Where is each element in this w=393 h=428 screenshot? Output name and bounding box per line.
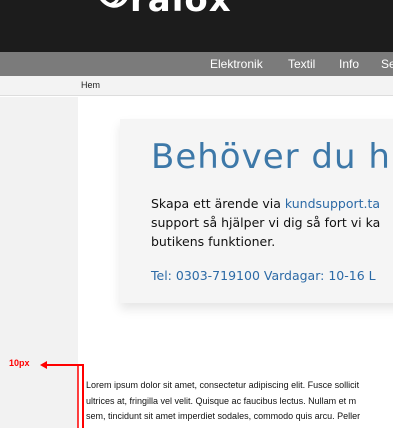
paragraph-line-2: ultrices at, fringilla vel velit. Quisqu…: [86, 395, 357, 406]
banner-line-1: Skapa ett ärende via kundsupport.ta: [151, 194, 393, 213]
breadcrumb-home[interactable]: Hem: [81, 80, 100, 90]
paragraph-line-3: sem, tincidunt sit amet imperdiet sodale…: [86, 411, 361, 421]
spacing-annotation-arrow-icon: [40, 361, 84, 428]
breadcrumb: Hem: [0, 76, 393, 96]
banner-phone: Tel: 0303-719100 Vardagar: 10-16 L: [151, 268, 376, 283]
logo-swirl-icon: [100, 0, 128, 8]
support-link[interactable]: kundsupport.ta: [285, 196, 380, 211]
banner-text: Skapa ett ärende via kundsupport.ta supp…: [151, 194, 393, 251]
body-paragraph: Lorem ipsum dolor sit amet, consectetur …: [86, 378, 393, 425]
support-banner: Behöver du h Skapa ett ärende via kundsu…: [120, 119, 393, 303]
nav-item-se[interactable]: Se: [381, 57, 393, 71]
nav-item-elektronik[interactable]: Elektronik: [210, 57, 263, 71]
banner-title: Behöver du h: [151, 137, 391, 177]
logo-text: ralox: [130, 0, 232, 20]
main-nav: Elektronik Textil Info Se: [0, 52, 393, 76]
banner-line-3: butikens funktioner.: [151, 234, 276, 249]
nav-item-textil[interactable]: Textil: [288, 57, 315, 71]
spacing-annotation-label: 10px: [9, 358, 30, 368]
top-header: ralox: [0, 0, 393, 52]
banner-line-1-prefix: Skapa ett ärende via: [151, 196, 285, 211]
nav-item-info[interactable]: Info: [339, 57, 359, 71]
paragraph-line-1: Lorem ipsum dolor sit amet, consectetur …: [86, 380, 360, 390]
banner-line-2: support så hjälper vi dig så fort vi ka: [151, 215, 381, 230]
